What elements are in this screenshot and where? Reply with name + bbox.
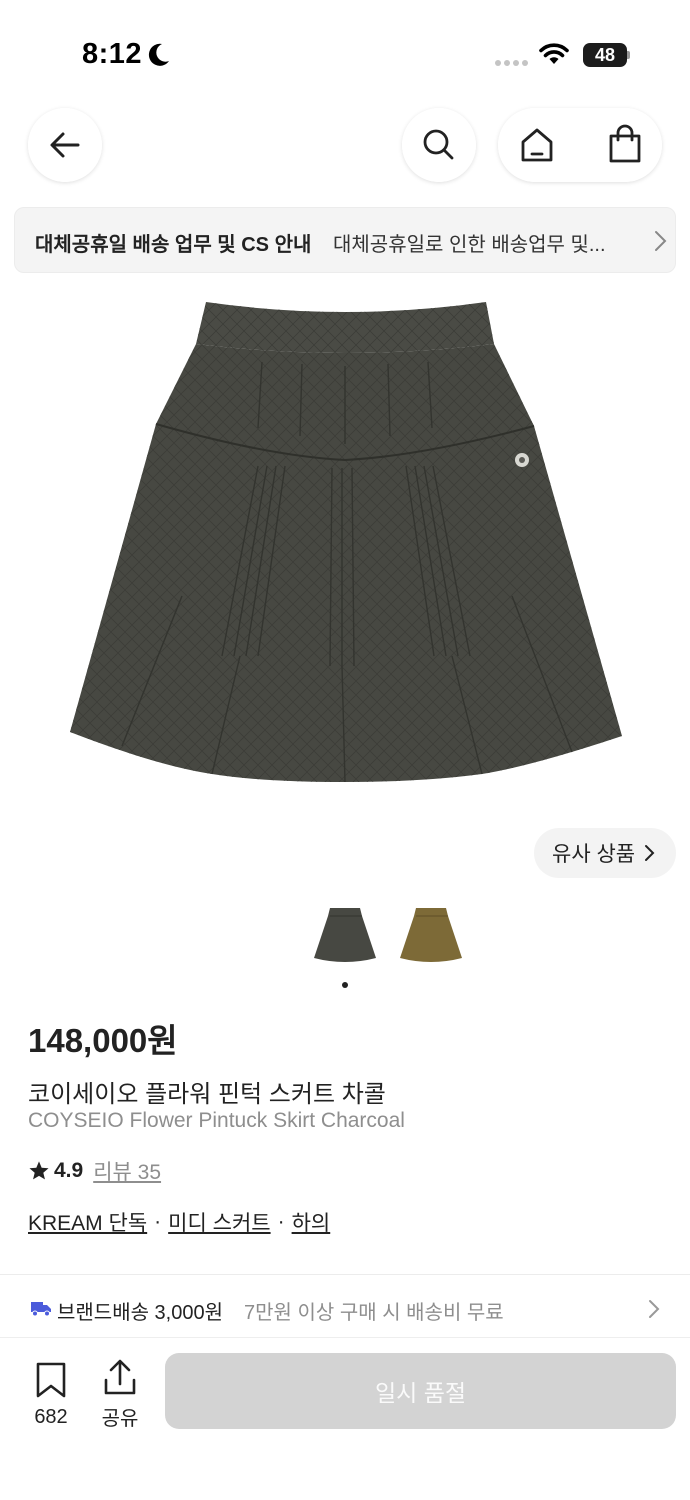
product-name-korean: 코이세이오 플라워 핀턱 스커트 차콜	[28, 1081, 386, 1108]
notice-banner[interactable]: 대체공휴일 배송 업무 및 CS 안내 대체공휴일로 인한 배송업무 및...	[14, 207, 676, 273]
truck-icon	[31, 1302, 51, 1317]
battery-cap	[627, 51, 630, 59]
home-button[interactable]	[518, 126, 556, 169]
review-link[interactable]: 리뷰 35	[93, 1156, 161, 1186]
wifi-icon	[539, 43, 569, 64]
product-name-english: COYSEIO Flower Pintuck Skirt Charcoal	[28, 1109, 405, 1132]
product-price: 148,000원	[28, 1022, 178, 1059]
status-bar: 8:12 48	[0, 0, 690, 100]
sold-out-label: 일시 품절	[374, 1380, 467, 1406]
sold-out-button[interactable]: 일시 품절	[165, 1353, 676, 1429]
star-icon	[29, 1161, 49, 1180]
nav-pill	[498, 108, 662, 182]
shipping-fee: 브랜드배송 3,000원	[57, 1302, 224, 1324]
chevron-right-icon	[655, 231, 667, 251]
similar-products-button[interactable]: 유사 상품	[534, 828, 676, 878]
carousel-indicator	[342, 982, 348, 988]
shipping-info-row[interactable]: 브랜드배송 3,000원 7만원 이상 구매 시 배송비 무료	[0, 1280, 690, 1336]
moon-icon	[148, 43, 169, 66]
notice-title: 대체공휴일 배송 업무 및 CS 안내	[35, 234, 312, 256]
tag-separator: ·	[277, 1210, 285, 1233]
search-button[interactable]	[402, 108, 476, 182]
bottom-action-bar: 682 공유 일시 품절	[0, 1337, 690, 1500]
tag-bottoms[interactable]: 하의	[292, 1207, 331, 1237]
thumbnail-charcoal[interactable]	[310, 900, 380, 970]
thumbnail-khaki[interactable]	[396, 900, 466, 970]
rating-row: 4.9 리뷰 35	[28, 1156, 161, 1186]
share-label: 공유	[101, 1408, 139, 1430]
category-tags: KREAM 단독 · 미디 스커트 · 하의	[28, 1207, 330, 1237]
home-icon	[521, 128, 553, 162]
chevron-right-icon	[649, 1300, 660, 1318]
signal-dots-icon	[495, 60, 528, 66]
tag-midi-skirt[interactable]: 미디 스커트	[168, 1207, 270, 1237]
share-icon	[104, 1359, 136, 1395]
product-image[interactable]	[62, 296, 628, 790]
battery-indicator: 48	[583, 43, 627, 67]
bookmark-button[interactable]: 682	[28, 1362, 74, 1429]
similar-products-label: 유사 상품	[552, 843, 636, 866]
back-button[interactable]	[28, 108, 102, 182]
cart-button[interactable]	[606, 124, 644, 169]
status-time: 8:12	[82, 38, 143, 70]
shipping-free-condition: 7만원 이상 구매 시 배송비 무료	[244, 1302, 504, 1324]
search-icon	[423, 129, 454, 160]
tag-exclusive[interactable]: KREAM 단독	[28, 1207, 147, 1237]
arrow-left-icon	[50, 132, 80, 158]
tag-separator: ·	[154, 1210, 162, 1233]
section-divider	[0, 1274, 690, 1275]
rating-score: 4.9	[54, 1159, 84, 1182]
shopping-bag-icon	[609, 124, 641, 163]
bookmark-count: 682	[34, 1406, 68, 1428]
share-button[interactable]: 공유	[98, 1358, 142, 1431]
bookmark-icon	[36, 1362, 66, 1398]
notice-description: 대체공휴일로 인한 배송업무 및...	[333, 234, 606, 256]
chevron-right-icon	[645, 845, 655, 861]
